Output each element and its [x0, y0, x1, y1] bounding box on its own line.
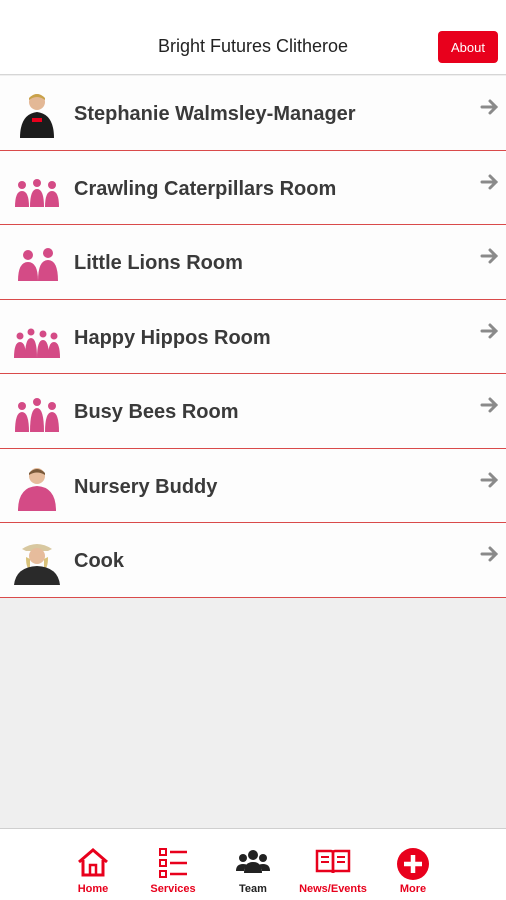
arrow-right-icon [480, 99, 499, 115]
tab-home[interactable]: Home [53, 829, 133, 900]
arrow-right-icon [480, 546, 499, 562]
about-button[interactable]: About [438, 31, 498, 63]
tab-label: Home [77, 883, 109, 895]
list-item-label: Happy Hippos Room [74, 326, 271, 349]
list-item-label: Nursery Buddy [74, 475, 218, 498]
arrow-right-icon [480, 397, 499, 413]
group-photo [15, 178, 59, 207]
list-item-crawling-caterpillars[interactable]: Crawling Caterpillars Room [0, 150, 506, 225]
list-item-label: Crawling Caterpillars Room [74, 177, 337, 200]
bottom-tab-bar: Home Services Team News/Events More [0, 828, 506, 900]
arrow-right-icon [480, 248, 499, 264]
tab-team[interactable]: Team [213, 829, 293, 900]
person-photo [14, 544, 60, 585]
page-title: Bright Futures Clitheroe [157, 36, 349, 56]
arrow-right-icon [480, 472, 499, 487]
tab-label: Services [150, 883, 196, 895]
group-photo [15, 398, 59, 432]
list-item-label: Busy Bees Room [74, 401, 239, 423]
team-icon [236, 850, 270, 873]
home-icon [78, 848, 108, 877]
book-icon [315, 849, 351, 874]
team-list: Stephanie Walmsley-Manager Crawling Cate… [0, 76, 506, 598]
manager-photo [20, 94, 54, 138]
list-item-label: Stephanie Walmsley-Manager [74, 103, 356, 125]
tab-news-events[interactable]: News/Events [293, 829, 373, 900]
arrow-right-icon [480, 174, 499, 189]
list-item-little-lions[interactable]: Little Lions Room [0, 225, 506, 300]
list-item-nursery-buddy[interactable]: Nursery Buddy [0, 448, 506, 523]
tab-services[interactable]: Services [133, 829, 213, 900]
list-item-stephanie-walmsley[interactable]: Stephanie Walmsley-Manager [0, 76, 506, 151]
list-item-happy-hippos[interactable]: Happy Hippos Room [0, 299, 506, 374]
tab-label: Team [239, 883, 267, 895]
tab-label: More [399, 883, 427, 895]
tab-label: News/Events [299, 883, 367, 895]
top-bar: Bright Futures Clitheroe About [0, 0, 506, 75]
list-item-label: Cook [74, 550, 124, 572]
list-icon [159, 848, 187, 878]
group-photo [18, 248, 58, 281]
tab-more[interactable]: More [373, 829, 453, 900]
list-item-cook[interactable]: Cook [0, 523, 506, 598]
person-photo [18, 467, 56, 511]
plus-circle-icon [397, 848, 429, 880]
list-item-label: Little Lions Room [74, 252, 243, 274]
list-item-busy-bees[interactable]: Busy Bees Room [0, 374, 506, 449]
group-photo [14, 328, 60, 358]
arrow-right-icon [480, 323, 499, 338]
